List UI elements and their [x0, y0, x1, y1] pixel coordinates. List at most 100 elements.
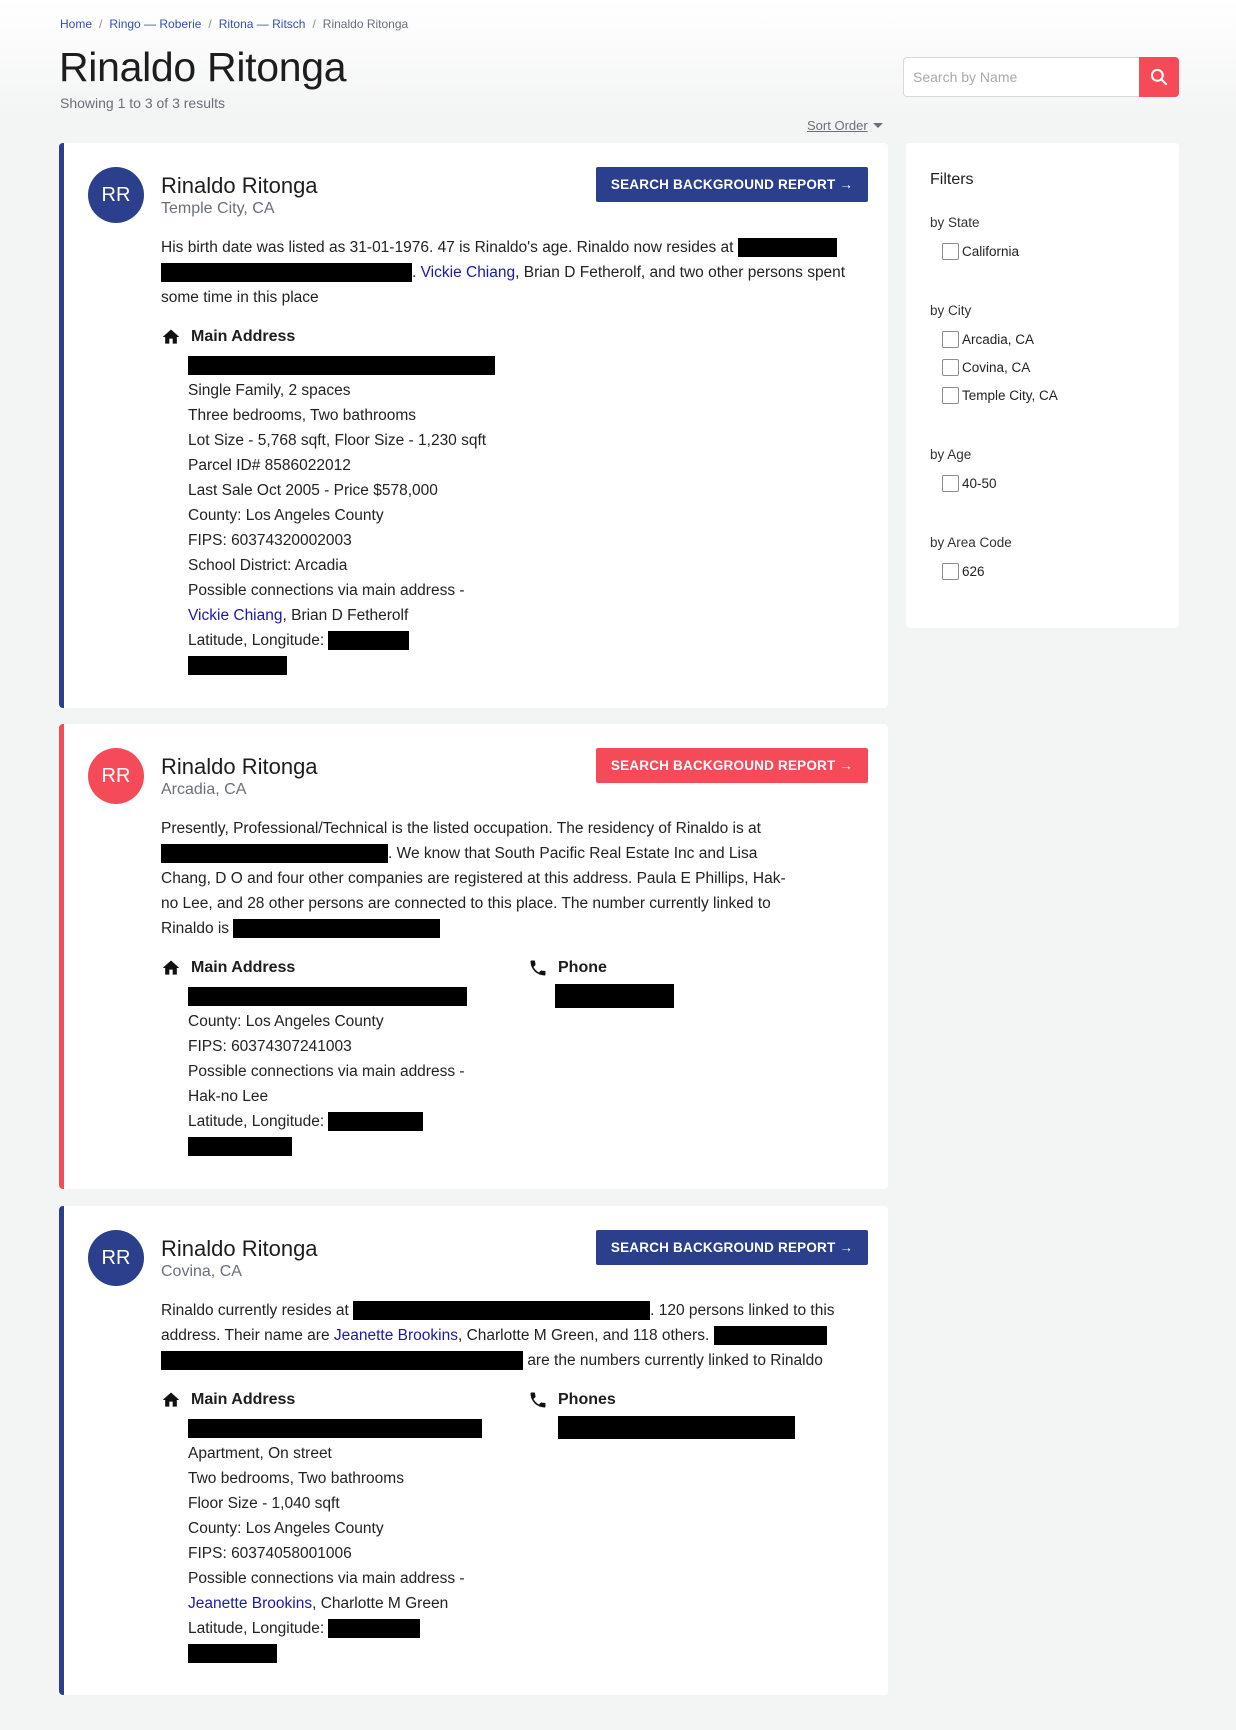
person-link[interactable]: Jeanette Brookins: [334, 1327, 458, 1344]
sort-order-dropdown[interactable]: Sort Order: [807, 118, 883, 133]
address-details: County: Los Angeles County FIPS: 6037430…: [188, 984, 467, 1159]
home-icon: [162, 1392, 180, 1407]
phone-heading: Phone: [528, 958, 607, 978]
search-background-report-button[interactable]: SEARCH BACKGROUND REPORT →: [596, 167, 868, 202]
detail-row: Three bedrooms, Two bathrooms: [188, 407, 417, 424]
filter-option-city-arcadia[interactable]: Arcadia, CA: [942, 331, 1034, 348]
search-background-report-button[interactable]: SEARCH BACKGROUND REPORT →: [596, 748, 868, 783]
checkbox[interactable]: [942, 387, 959, 404]
detail-row: Two bedrooms, Two bathrooms: [188, 1470, 404, 1487]
filter-option-label: Covina, CA: [962, 360, 1031, 375]
filter-option-city-covina[interactable]: Covina, CA: [942, 359, 1030, 376]
page-title: Rinaldo Ritonga: [59, 44, 347, 90]
address-details: Apartment, On street Two bedrooms, Two b…: [188, 1416, 482, 1666]
detail-row: Floor Size - 1,040 sqft: [188, 1495, 340, 1512]
filter-area-code-label: by Area Code: [930, 535, 1012, 550]
detail-row: County: Los Angeles County: [188, 507, 384, 524]
filter-option-label: Arcadia, CA: [962, 332, 1035, 347]
lat-lng-label: Latitude, Longitude:: [188, 1113, 325, 1130]
filter-state-label: by State: [930, 215, 980, 230]
search-button[interactable]: [1139, 57, 1179, 97]
summary-text: His birth date was listed as 31-01-1976.…: [161, 239, 734, 256]
avatar: RR: [88, 748, 144, 804]
checkbox[interactable]: [942, 475, 959, 492]
connections-row: Jeanette Brookins, Charlotte M Green: [188, 1591, 482, 1616]
detail-row: Possible connections via main address -: [188, 1063, 465, 1080]
breadcrumb-separator: /: [208, 17, 212, 31]
lat-lng-row: Latitude, Longitude:: [188, 1109, 467, 1134]
redacted-coordinate: [188, 1137, 292, 1157]
person-location: Arcadia, CA: [161, 781, 247, 798]
person-link[interactable]: Jeanette Brookins: [188, 1595, 312, 1612]
detail-row: Hak-no Lee: [188, 1088, 269, 1105]
redacted-phone: [558, 1416, 795, 1439]
checkbox[interactable]: [942, 243, 959, 260]
phone-icon: [530, 960, 546, 976]
main-address-label: Main Address: [191, 1391, 296, 1408]
breadcrumb-range-2[interactable]: Ritona — Ritsch: [219, 17, 306, 31]
connections-row: Vickie Chiang, Brian D Fetherolf: [188, 603, 495, 628]
detail-row: Possible connections via main address -: [188, 1570, 465, 1587]
detail-row: County: Los Angeles County: [188, 1520, 384, 1537]
filter-option-city-temple-city[interactable]: Temple City, CA: [942, 387, 1058, 404]
person-link[interactable]: Vickie Chiang: [188, 607, 283, 624]
avatar: RR: [88, 167, 144, 223]
search-input[interactable]: [903, 57, 1139, 97]
home-icon: [162, 960, 180, 975]
summary-text: .: [412, 264, 417, 281]
connections-text: , Charlotte M Green: [312, 1595, 449, 1612]
lat-lng-row: Latitude, Longitude:: [188, 628, 495, 653]
redacted-coordinate: [188, 656, 287, 676]
filters-panel: Filters by State California by City Arca…: [906, 143, 1179, 628]
checkbox[interactable]: [942, 359, 959, 376]
redacted-address: [353, 1301, 651, 1321]
checkbox[interactable]: [942, 563, 959, 580]
redacted-phone: [161, 1351, 523, 1371]
redacted-coordinate: [328, 1112, 424, 1132]
search-icon: [1150, 68, 1168, 86]
summary-text: are the numbers currently linked to Rina…: [527, 1352, 823, 1369]
breadcrumb-range-1[interactable]: Ringo — Roberie: [109, 17, 201, 31]
breadcrumb-home[interactable]: Home: [60, 17, 92, 31]
redacted-address: [161, 263, 412, 283]
search-background-report-button[interactable]: SEARCH BACKGROUND REPORT →: [596, 1230, 868, 1265]
person-link[interactable]: Vickie Chiang: [421, 264, 516, 281]
filter-option-state-california[interactable]: California: [942, 243, 1019, 260]
detail-row: FIPS: 60374320002003: [188, 532, 352, 549]
redacted-address: [188, 1419, 482, 1439]
redacted-coordinate: [328, 1619, 421, 1639]
breadcrumb-separator: /: [99, 17, 103, 31]
detail-row: County: Los Angeles County: [188, 1013, 384, 1030]
redacted-address: [188, 356, 495, 376]
main-address-heading: Main Address: [161, 327, 295, 347]
result-card: RR Rinaldo Ritonga Covina, CA SEARCH BAC…: [59, 1206, 888, 1695]
person-location: Covina, CA: [161, 1263, 242, 1280]
person-summary: Presently, Professional/Technical is the…: [161, 816, 801, 941]
main-address-label: Main Address: [191, 959, 296, 976]
person-name: Rinaldo Ritonga: [161, 754, 318, 779]
filter-option-label: California: [962, 244, 1020, 259]
phone-label: Phone: [558, 959, 607, 976]
lat-lng-label: Latitude, Longitude:: [188, 632, 325, 649]
redacted-coordinate: [188, 1644, 277, 1664]
filter-option-area-code-626[interactable]: 626: [942, 563, 985, 580]
detail-row: Single Family, 2 spaces: [188, 382, 351, 399]
detail-row: School District: Arcadia: [188, 557, 348, 574]
address-details: Single Family, 2 spaces Three bedrooms, …: [188, 353, 495, 678]
redacted-address: [737, 238, 837, 258]
redacted-phone: [555, 984, 674, 1008]
redacted-phone: [713, 1326, 827, 1346]
detail-row: FIPS: 60374058001006: [188, 1545, 352, 1562]
filter-option-label: 40-50: [962, 476, 997, 491]
breadcrumb: Home / Ringo — Roberie / Ritona — Ritsch / Rin…: [60, 17, 408, 31]
result-card: RR Rinaldo Ritonga Temple City, CA SEARC…: [59, 143, 888, 708]
person-location: Temple City, CA: [161, 200, 275, 217]
filter-option-age-40-50[interactable]: 40-50: [942, 475, 997, 492]
phone-icon: [530, 1392, 546, 1408]
filter-age-label: by Age: [930, 447, 972, 462]
redacted-phone: [233, 919, 441, 939]
detail-row: FIPS: 60374307241003: [188, 1038, 352, 1055]
checkbox[interactable]: [942, 331, 959, 348]
person-summary: Rinaldo currently resides at . 120 perso…: [161, 1298, 861, 1373]
phones-label: Phones: [558, 1391, 616, 1408]
